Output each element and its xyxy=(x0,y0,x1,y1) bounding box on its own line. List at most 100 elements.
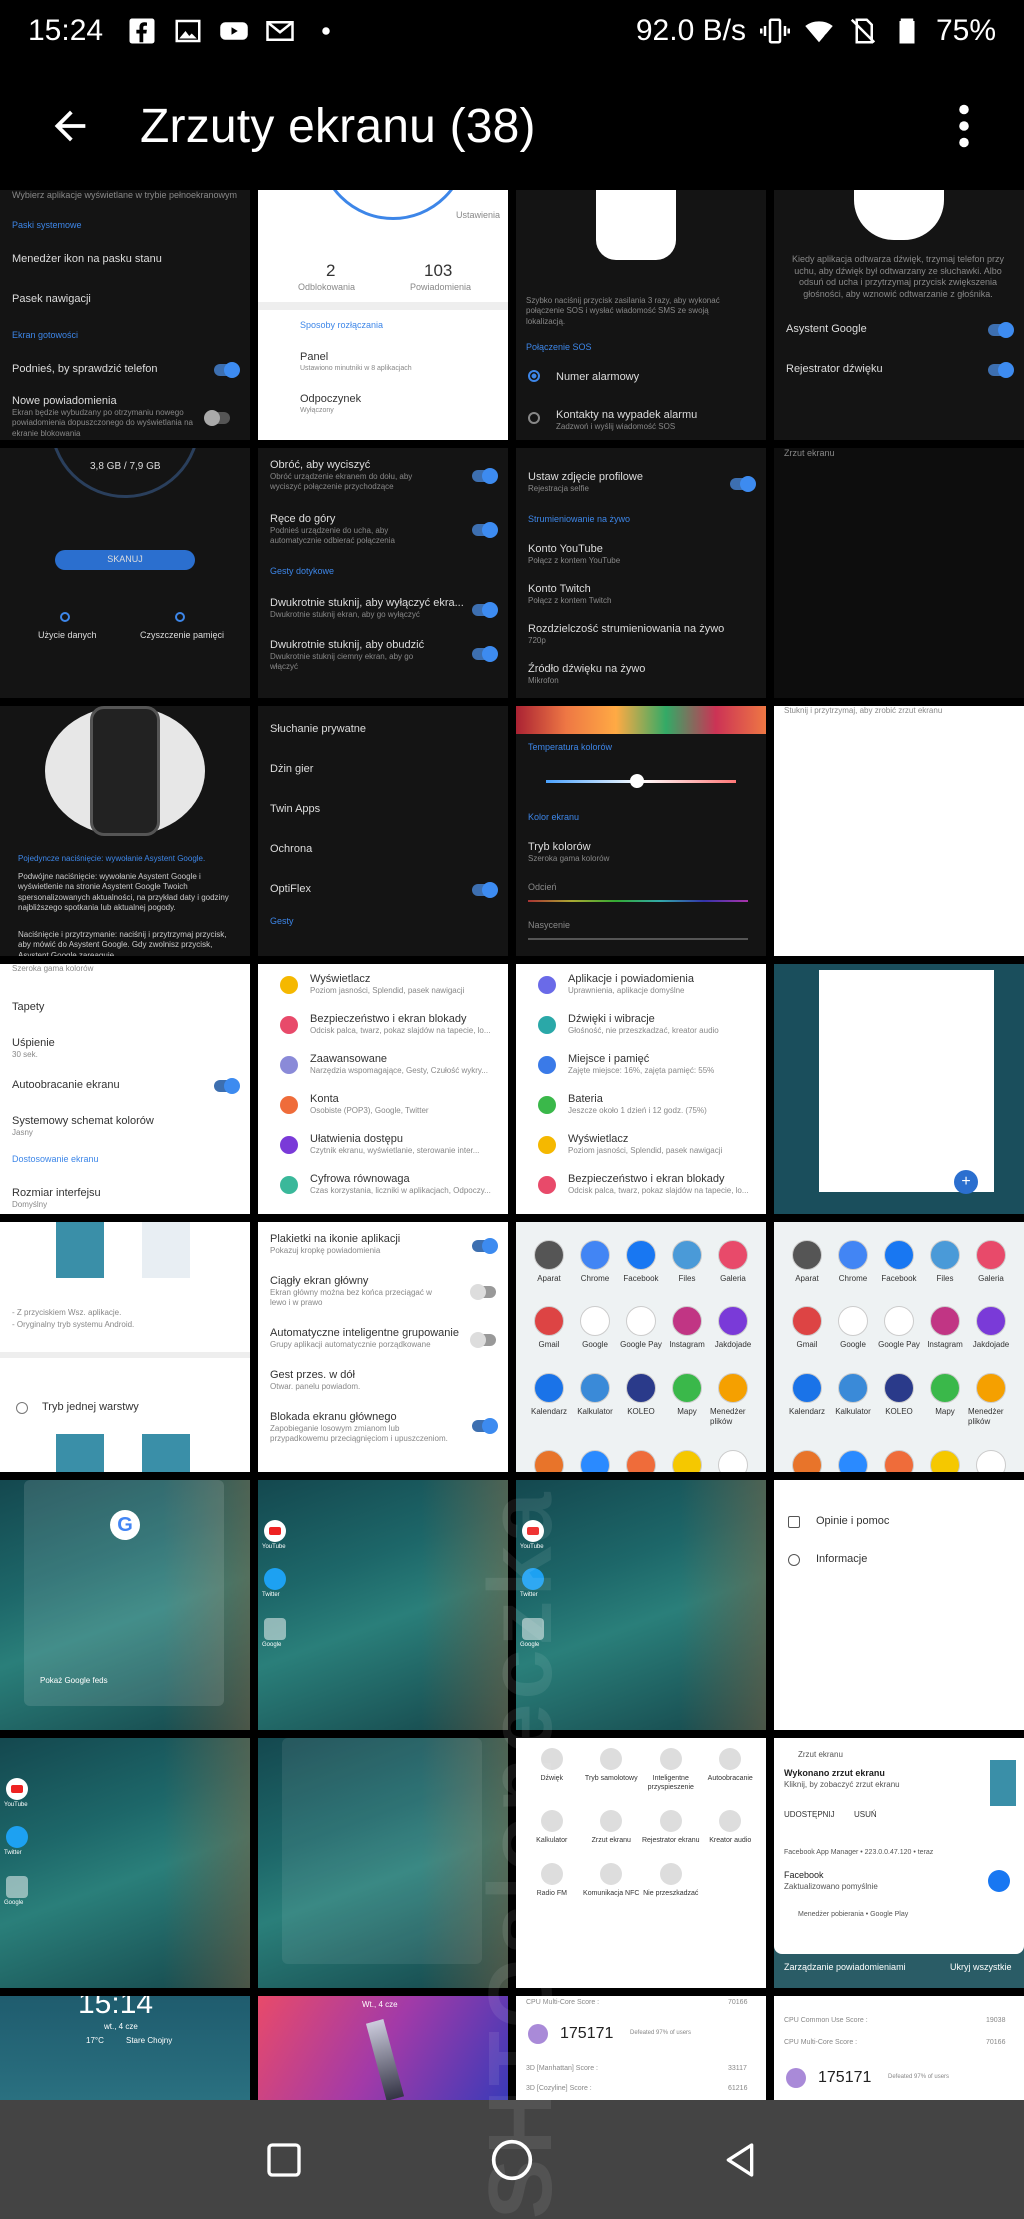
thumbnail-5[interactable]: 3,8 GB / 7,9 GB SKANUJ Użycie danych Czy… xyxy=(0,448,250,698)
app-icon-item: Obiektyw xyxy=(710,1449,756,1472)
thumbnail-15[interactable]: Aplikacje i powiadomienia Uprawnienia, ap… xyxy=(516,964,766,1214)
thumbnail-25-homescreen[interactable]: YouTube Twitter Google xyxy=(0,1738,250,1988)
settings-row-icon xyxy=(538,1056,556,1074)
more-options-button[interactable] xyxy=(944,96,984,156)
thumbnail-12[interactable]: Stuknij i przytrzymaj, aby zrobić zrzut … xyxy=(774,706,1024,956)
thumb-text: Systemowy schemat kolorów xyxy=(12,1115,154,1127)
app-icon xyxy=(884,1240,914,1270)
settings-row-subtitle: Poziom jasności, Splendid, pasek nawigac… xyxy=(310,986,465,996)
thumbnail-6[interactable]: Obróć, aby wyciszyć Obróć urządzenie ekr… xyxy=(258,448,508,698)
app-icon-item: Google Pay xyxy=(876,1306,922,1350)
thumb-text: Rozdzielczość strumieniowania na żywo xyxy=(528,623,725,635)
recents-button[interactable] xyxy=(259,2135,309,2185)
home-button[interactable] xyxy=(487,2135,537,2185)
thumbnail-31-benchmark[interactable]: CPU Multi-Core Score : 70166 175171 Defe… xyxy=(516,1996,766,2100)
thumb-text: Twin Apps xyxy=(270,803,321,815)
back-button[interactable] xyxy=(40,96,100,156)
thumbnail-26-homescreen[interactable] xyxy=(258,1738,508,1988)
app-icon xyxy=(580,1306,610,1337)
thumb-text: Dwukrotnie stuknij, aby wyłączyć ekra... xyxy=(270,597,464,609)
thumb-text: Dwukrotnie stuknij ekran, aby go wyłączy… xyxy=(270,610,420,619)
settings-row: Dźwięki i wibracje Głośność, nie przeszka… xyxy=(568,1012,752,1037)
thumb-text: Informacje xyxy=(816,1553,868,1565)
thumb-text: Tapety xyxy=(12,1001,45,1013)
thumbnail-10[interactable]: Słuchanie prywatne Dżin gier Twin Apps O… xyxy=(258,706,508,956)
thumbnail-11[interactable]: Temperatura kolorów Kolor ekranu Tryb ko… xyxy=(516,706,766,956)
thumb-text: Opinie i pomoc xyxy=(816,1515,890,1527)
thumbnail-18[interactable]: Plakietki na ikonie aplikacji Pokazuj kr… xyxy=(258,1222,508,1472)
thumbnail-3[interactable]: Szybko naciśnij przycisk zasilania 3 raz… xyxy=(516,190,766,440)
thumb-text: Naciśnięcie i przytrzymanie: naciśnij i … xyxy=(18,930,227,956)
thumbnail-27-quick-settings[interactable]: Dźwięk Tryb samolotowy Inteligentne przysp… xyxy=(516,1738,766,1988)
youtube-icon xyxy=(522,1520,544,1542)
app-label: Google xyxy=(840,1340,866,1350)
thumbnail-9[interactable]: Pojedyncze naciśnięcie: wywołanie Asyste… xyxy=(0,706,250,956)
settings-row-icon xyxy=(538,1016,556,1034)
thumbnail-4[interactable]: Kiedy aplikacja odtwarza dźwięk, trzymaj… xyxy=(774,190,1024,440)
thumb-text: Twitter xyxy=(262,1592,280,1598)
thumb-text: 17°C xyxy=(86,2036,104,2045)
google-icon: G xyxy=(110,1510,140,1540)
settings-row-subtitle: Uprawnienia, aplikacje domyślne xyxy=(568,986,685,996)
thumb-text: Obróć, aby wyciszyć xyxy=(270,459,371,471)
app-label: Gmail xyxy=(796,1340,818,1350)
settings-row-subtitle: Czas korzystania, liczniki w aplikacjach… xyxy=(310,1186,491,1196)
status-bar: 15:24 92.0 B/s 75% xyxy=(0,0,1024,62)
thumb-text: Źródło dźwięku na żywo xyxy=(528,663,646,675)
thumbnail-30-lockscreen[interactable]: Wt., 4 cze xyxy=(258,1996,508,2100)
settings-row-icon xyxy=(280,1056,298,1074)
thumb-text: Tryb jednej warstwy xyxy=(42,1401,139,1413)
page-title: Zrzuty ekranu (38) xyxy=(140,99,536,153)
thumbnail-19[interactable]: Aparat Chrome Facebook Files Galeria Gmail Goo… xyxy=(516,1222,766,1472)
thumb-text: Podnieś, by sprawdzić telefon xyxy=(12,363,158,375)
app-icon-item: Aparat xyxy=(526,1240,572,1284)
thumb-text: Facebook xyxy=(784,1870,824,1880)
radio-selected xyxy=(528,370,540,382)
thumbnail-24[interactable]: Opinie i pomoc Informacje xyxy=(774,1480,1024,1730)
thumb-header: Gesty dotykowe xyxy=(270,566,335,576)
thumbnail-14[interactable]: Wyświetlacz Poziom jasności, Splendid, pa… xyxy=(258,964,508,1214)
thumbnail-16[interactable]: + xyxy=(774,964,1024,1214)
thumbnail-8[interactable]: Zrzut ekranu xyxy=(774,448,1024,698)
thumbnail-20[interactable]: Aparat Chrome Facebook Files Galeria Gmail Goo… xyxy=(774,1222,1024,1472)
settings-row-title: Aplikacje i powiadomienia xyxy=(568,973,694,985)
arrow-left-icon xyxy=(54,110,86,142)
thumbnail-28-notifications[interactable]: Zrzut ekranu Wykonano zrzut ekranu Klikn… xyxy=(774,1738,1024,1988)
settings-row: Aplikacje i powiadomienia Uprawnienia, ap… xyxy=(568,972,752,997)
quick-tile-label: Komunikacja NFC xyxy=(583,1890,640,1898)
thumbnail-13[interactable]: Szeroka gama kolorów Tapety Uśpienie 30 … xyxy=(0,964,250,1214)
settings-row-title: Dźwięki i wibracje xyxy=(568,1013,655,1025)
memory-clean-icon xyxy=(175,612,185,622)
app-icon xyxy=(718,1240,748,1270)
network-speed: 92.0 B/s xyxy=(635,14,746,47)
thumb-text: Menedżer ikon na pasku stanu xyxy=(12,253,162,265)
back-nav-button[interactable] xyxy=(715,2135,765,2185)
thumb-header: Paski systemowe xyxy=(12,220,82,230)
thumbnail-21-homescreen[interactable]: G Pokaż Google feds xyxy=(0,1480,250,1730)
quick-tile-label: Autoobracanie xyxy=(707,1775,753,1782)
thumbnail-7[interactable]: Ustaw zdjęcie profilowe Rejestracja self… xyxy=(516,448,766,698)
app-icon xyxy=(930,1449,960,1472)
thumbnail-22-homescreen[interactable]: YouTube Twitter Google xyxy=(258,1480,508,1730)
thumb-text: Wybierz aplikacje wyświetlane w trybie p… xyxy=(12,190,238,200)
thumb-text: Odblokowania xyxy=(298,282,356,292)
settings-row: Konta Osobiste (POP3), Google, Twitter xyxy=(310,1092,494,1117)
app-icon xyxy=(930,1306,960,1337)
thumb-text: Konto YouTube xyxy=(528,543,603,555)
thumbnail-23-homescreen[interactable]: YouTube Twitter Google xyxy=(516,1480,766,1730)
app-label: Instagram xyxy=(927,1340,963,1350)
thumb-text: CPU Multi-Core Score : xyxy=(784,2039,858,2046)
thumb-text: Szybko naciśnij przycisk zasilania 3 raz… xyxy=(526,296,720,326)
thumbnail-32-benchmark[interactable]: CPU Common Use Score : 19038 CPU Multi-C… xyxy=(774,1996,1024,2100)
thumbnail-1[interactable]: Wybierz aplikacje wyświetlane w trybie p… xyxy=(0,190,250,440)
thumbnail-29-lockscreen[interactable]: 15:14 wt., 4 cze 17°C Stare Chojny xyxy=(0,1996,250,2100)
thumb-text: Mikrofon xyxy=(528,676,559,685)
app-icon xyxy=(626,1240,656,1270)
thumb-text: Zrzut ekranu xyxy=(784,448,835,458)
settings-row: Wyświetlacz Poziom jasności, Splendid, pa… xyxy=(568,1132,752,1157)
thumbnail-2[interactable]: Ustawienia 2 Odblokowania 103 Powiadomie… xyxy=(258,190,508,440)
quick-tile-icon xyxy=(540,1748,563,1770)
quick-tile-icon xyxy=(659,1748,682,1770)
thumbnail-17[interactable]: - Z przyciskiem Wsz. aplikacje. - Orygin… xyxy=(0,1222,250,1472)
app-icon xyxy=(626,1449,656,1472)
